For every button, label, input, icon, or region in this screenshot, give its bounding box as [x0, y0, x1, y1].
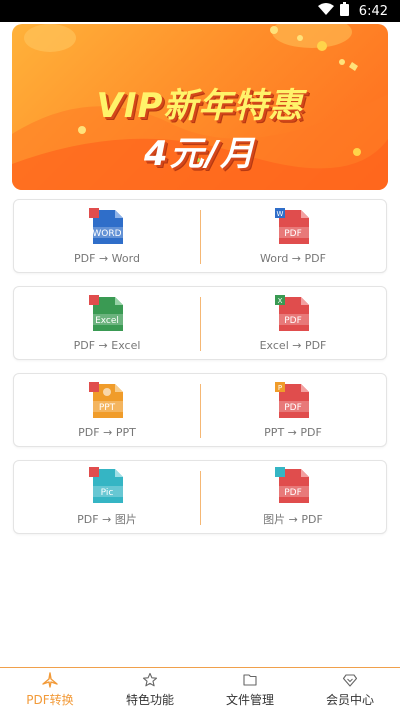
excel-to-pdf-label: Excel → PDF: [259, 338, 327, 352]
card-divider: [200, 471, 201, 525]
pdf-to-word-button[interactable]: WORD PDF → Word: [14, 200, 200, 272]
nav-vip-center[interactable]: 会员中心: [300, 668, 400, 710]
nav-features[interactable]: 特色功能: [100, 668, 200, 710]
card-divider: [200, 210, 201, 264]
pdf-doc-icon: PDF: [275, 467, 309, 503]
nav-label: 文件管理: [225, 693, 274, 707]
ppt-to-pdf-button[interactable]: P PDF PPT → PDF: [200, 374, 386, 446]
conversion-card-ppt: PPT PDF → PPT P PDF PPT → PDF: [13, 373, 387, 447]
image-to-pdf-label: 图片 → PDF: [263, 513, 323, 526]
bottom-nav: PDF转换 特色功能 文件管理 会员中心: [0, 667, 400, 710]
conversion-card-word: WORD PDF → Word W PDF Word → PDF: [13, 199, 387, 273]
pdf-doc-icon: W PDF: [275, 207, 309, 244]
ppt-to-pdf-label: PPT → PDF: [264, 425, 322, 439]
pdf-to-image-button[interactable]: Pic PDF → 图片: [14, 461, 200, 533]
svg-text:W: W: [277, 210, 284, 218]
ppt-doc-icon: PPT: [89, 381, 123, 418]
pdf-to-ppt-label: PDF → PPT: [78, 425, 136, 439]
nav-file-manager[interactable]: 文件管理: [200, 668, 300, 710]
svg-text:PDF: PDF: [284, 229, 302, 239]
nav-pdf-convert[interactable]: PDF转换: [0, 668, 100, 710]
status-time: 6:42: [358, 3, 388, 19]
status-bar: 6:42: [0, 0, 400, 22]
svg-text:PPT: PPT: [99, 403, 116, 413]
svg-text:PDF: PDF: [284, 488, 302, 498]
svg-text:WORD: WORD: [92, 229, 121, 239]
nav-label: PDF转换: [26, 693, 74, 707]
svg-text:Pic: Pic: [101, 488, 114, 498]
folder-icon: [243, 674, 257, 686]
svg-text:PDF: PDF: [284, 403, 302, 413]
pdf-to-ppt-button[interactable]: PPT PDF → PPT: [14, 374, 200, 446]
excel-doc-icon: Excel: [89, 294, 123, 331]
svg-text:PDF: PDF: [284, 316, 302, 326]
banner-price: 4元/月: [143, 134, 257, 174]
pic-doc-icon: Pic: [89, 467, 123, 503]
wifi-icon: [317, 3, 334, 19]
word-to-pdf-label: Word → PDF: [260, 251, 326, 265]
pdf-to-excel-label: PDF → Excel: [73, 338, 141, 352]
nav-label: 会员中心: [325, 693, 374, 707]
svg-text:Excel: Excel: [95, 316, 119, 326]
word-doc-icon: WORD: [89, 207, 123, 244]
star-icon: [142, 672, 158, 687]
conversion-card-image: Pic PDF → 图片 PDF 图片 → PDF: [13, 460, 387, 534]
svg-text:X: X: [278, 297, 283, 305]
nav-label: 特色功能: [125, 693, 174, 707]
pdf-to-word-label: PDF → Word: [74, 251, 140, 265]
battery-icon: [339, 2, 349, 20]
word-to-pdf-button[interactable]: W PDF Word → PDF: [200, 200, 386, 272]
card-divider: [200, 297, 201, 351]
image-to-pdf-button[interactable]: PDF 图片 → PDF: [200, 461, 386, 533]
conversion-card-excel: Excel PDF → Excel X PDF Excel → PDF: [13, 286, 387, 360]
svg-text:P: P: [278, 384, 282, 392]
pdf-to-excel-button[interactable]: Excel PDF → Excel: [14, 287, 200, 359]
pdf-to-image-label: PDF → 图片: [77, 513, 137, 526]
pdf-convert-icon: [42, 672, 58, 688]
vip-promo-banner[interactable]: VIP新年特惠 4元/月: [12, 24, 388, 190]
banner-title: VIP新年特惠: [96, 86, 304, 126]
vip-diamond-icon: [342, 674, 358, 687]
pdf-doc-icon: P PDF: [275, 381, 309, 418]
excel-to-pdf-button[interactable]: X PDF Excel → PDF: [200, 287, 386, 359]
card-divider: [200, 384, 201, 438]
pdf-doc-icon: X PDF: [275, 294, 309, 331]
